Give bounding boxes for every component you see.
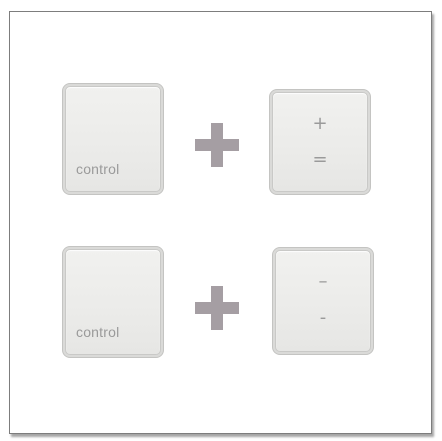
equals-glyph: = <box>312 149 328 170</box>
plus-equals-key: + = <box>272 92 368 192</box>
plus-sign-vertical-bar <box>211 123 223 167</box>
plus-glyph: + <box>312 113 328 134</box>
minus-underscore-key: – - <box>275 250 371 352</box>
plus-sign-icon <box>195 286 239 330</box>
plus-sign-icon <box>195 123 239 167</box>
en-dash-glyph: – <box>318 271 328 292</box>
hyphen-glyph: - <box>319 307 327 328</box>
control-key-label: control <box>76 324 120 340</box>
control-key-label: control <box>76 161 120 177</box>
control-key: control <box>65 86 161 192</box>
control-key: control <box>65 249 161 355</box>
shortcut-illustration-frame: control + = control – - <box>9 11 432 434</box>
plus-sign-vertical-bar <box>211 286 223 330</box>
